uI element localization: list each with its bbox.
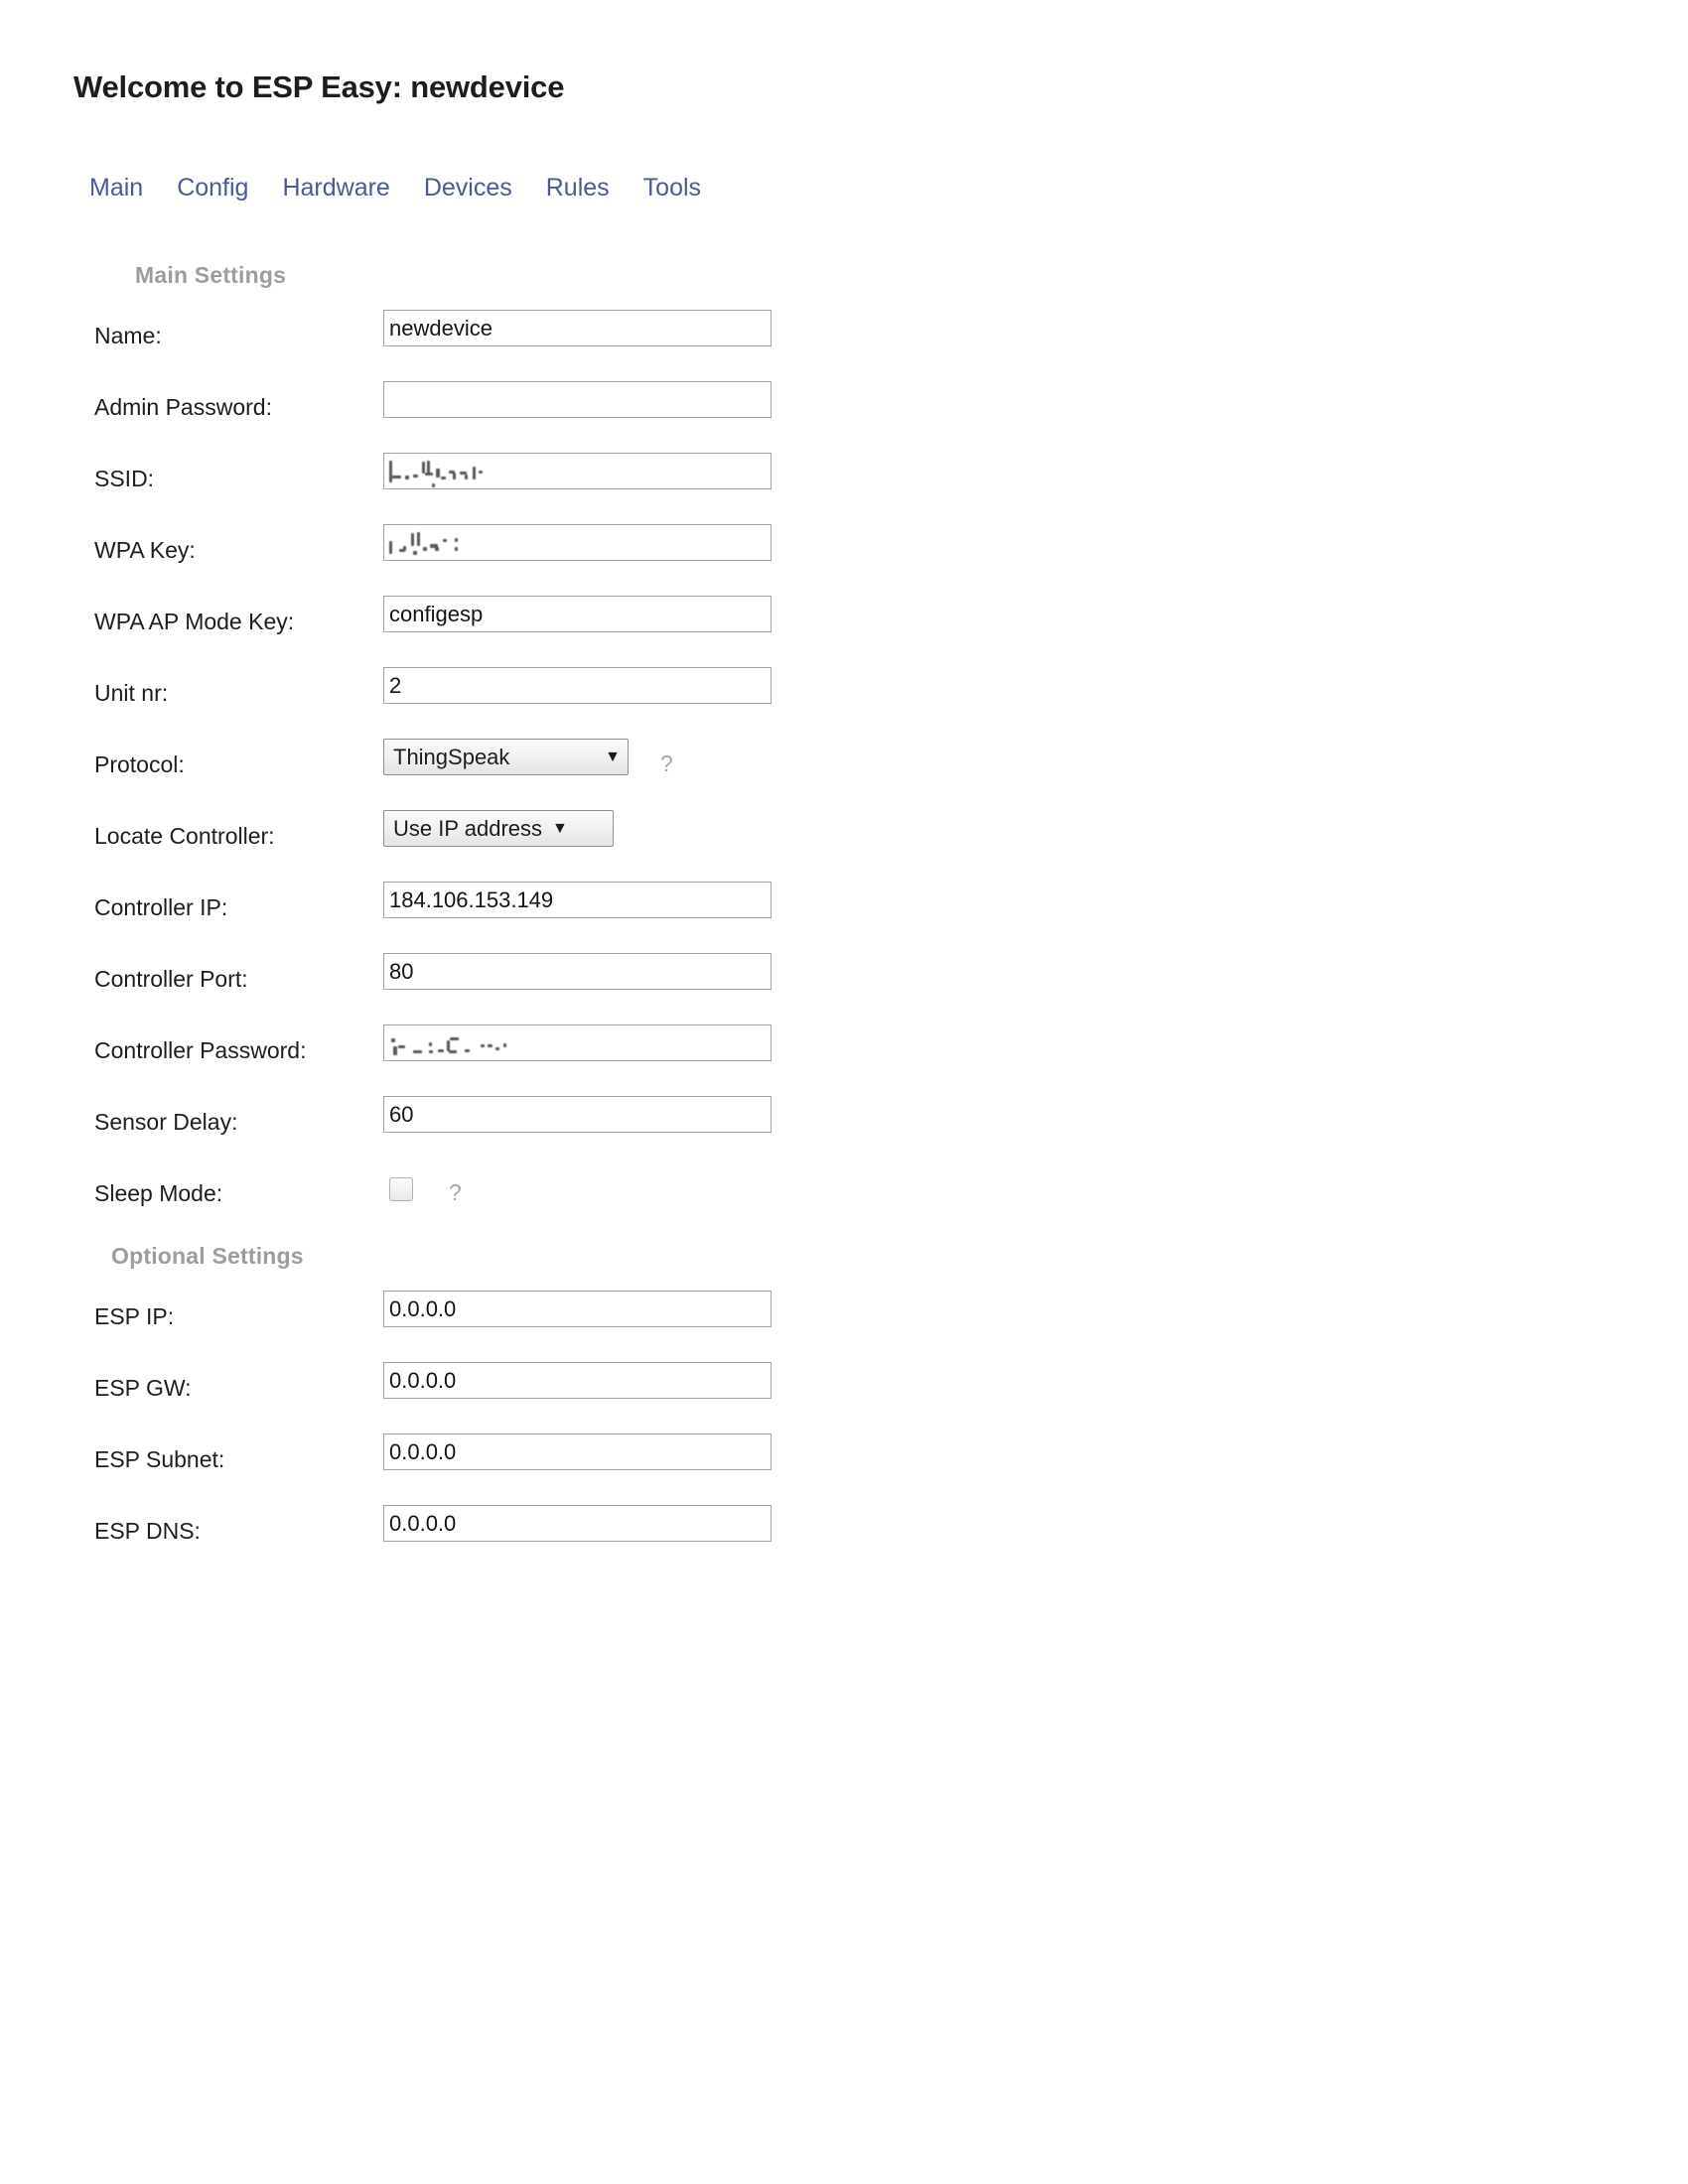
unit-nr-input[interactable] bbox=[383, 667, 772, 704]
label-ssid: SSID: bbox=[94, 466, 155, 491]
field-wrap-esp-ip bbox=[383, 1291, 772, 1327]
form-row-ssid: SSID: bbox=[0, 445, 1688, 516]
settings-form: Main Settings Name: Admin Password: SSID… bbox=[0, 250, 1688, 1569]
field-wrap-sensor-delay bbox=[383, 1096, 772, 1133]
wpa-key-input[interactable] bbox=[383, 524, 772, 561]
field-wrap-esp-dns bbox=[383, 1505, 772, 1542]
form-row-esp-subnet: ESP Subnet: bbox=[0, 1426, 1688, 1497]
label-sensor-delay: Sensor Delay: bbox=[94, 1109, 238, 1135]
sleep-mode-checkbox[interactable] bbox=[389, 1177, 413, 1201]
protocol-help-icon[interactable]: ? bbox=[660, 751, 673, 777]
field-wrap-controller-password bbox=[383, 1024, 1688, 1061]
locate-controller-select-value: Use IP address bbox=[393, 815, 543, 841]
form-row-sleep-mode: Sleep Mode: ? bbox=[0, 1160, 1688, 1231]
locate-controller-select[interactable]: Use IP address ▼ bbox=[383, 810, 614, 847]
form-row-controller-port: Controller Port: bbox=[0, 945, 1688, 1017]
label-name: Name: bbox=[94, 323, 162, 348]
name-input[interactable] bbox=[383, 310, 772, 346]
label-esp-subnet: ESP Subnet: bbox=[94, 1446, 225, 1472]
label-admin-password: Admin Password: bbox=[94, 394, 272, 420]
field-wrap-name bbox=[383, 310, 772, 346]
ssid-input[interactable] bbox=[383, 453, 772, 489]
chevron-down-icon: ▼ bbox=[552, 819, 568, 837]
section-header-main-settings: Main Settings bbox=[0, 250, 1688, 302]
field-wrap-ssid bbox=[383, 453, 1688, 489]
field-wrap-admin-password bbox=[383, 381, 772, 418]
esp-dns-input[interactable] bbox=[383, 1505, 772, 1542]
field-wrap-esp-subnet bbox=[383, 1433, 772, 1470]
form-row-esp-gw: ESP GW: bbox=[0, 1354, 1688, 1426]
form-row-esp-dns: ESP DNS: bbox=[0, 1497, 1688, 1569]
label-unit-nr: Unit nr: bbox=[94, 680, 169, 706]
admin-password-input[interactable] bbox=[383, 381, 772, 418]
form-row-controller-password: Controller Password: bbox=[0, 1017, 1688, 1088]
form-row-wpa-key: WPA Key: bbox=[0, 516, 1688, 588]
form-row-admin-password: Admin Password: bbox=[0, 373, 1688, 445]
section-header-optional-settings: Optional Settings bbox=[0, 1231, 1688, 1283]
field-wrap-unit-nr bbox=[383, 667, 772, 704]
nav-link-tools[interactable]: Tools bbox=[643, 174, 701, 203]
section-header-optional-settings-label: Optional Settings bbox=[111, 1243, 304, 1269]
sensor-delay-input[interactable] bbox=[383, 1096, 772, 1133]
esp-subnet-input[interactable] bbox=[383, 1433, 772, 1470]
nav-link-hardware[interactable]: Hardware bbox=[282, 174, 389, 203]
field-wrap-locate-controller: Use IP address ▼ bbox=[383, 810, 614, 847]
nav-link-devices[interactable]: Devices bbox=[424, 174, 512, 203]
form-row-controller-ip: Controller IP: bbox=[0, 874, 1688, 945]
label-esp-dns: ESP DNS: bbox=[94, 1518, 201, 1544]
form-row-wpa-ap-mode-key: WPA AP Mode Key: bbox=[0, 588, 1688, 659]
field-wrap-wpa-key bbox=[383, 524, 1688, 561]
field-wrap-controller-ip bbox=[383, 882, 772, 918]
field-wrap-esp-gw bbox=[383, 1362, 772, 1399]
label-protocol: Protocol: bbox=[94, 751, 185, 777]
nav-link-rules[interactable]: Rules bbox=[546, 174, 610, 203]
label-controller-password: Controller Password: bbox=[94, 1037, 307, 1063]
chevron-down-icon: ▼ bbox=[605, 748, 621, 765]
form-row-name: Name: bbox=[0, 302, 1688, 373]
controller-password-input[interactable] bbox=[383, 1024, 772, 1061]
form-row-esp-ip: ESP IP: bbox=[0, 1283, 1688, 1354]
nav-link-config[interactable]: Config bbox=[177, 174, 248, 203]
label-sleep-mode: Sleep Mode: bbox=[94, 1180, 223, 1206]
protocol-select-value: ThingSpeak bbox=[393, 744, 510, 769]
esp-ip-input[interactable] bbox=[383, 1291, 772, 1327]
controller-port-input[interactable] bbox=[383, 953, 772, 990]
label-locate-controller: Locate Controller: bbox=[94, 823, 275, 849]
section-header-main-settings-label: Main Settings bbox=[135, 262, 287, 288]
protocol-select[interactable]: ThingSpeak ▼ bbox=[383, 739, 629, 775]
main-navigation: Main Config Hardware Devices Rules Tools bbox=[89, 174, 701, 203]
page-title: Welcome to ESP Easy: newdevice bbox=[73, 69, 565, 104]
label-esp-gw: ESP GW: bbox=[94, 1375, 192, 1401]
controller-ip-input[interactable] bbox=[383, 882, 772, 918]
esp-easy-main-page: Welcome to ESP Easy: newdevice Main Conf… bbox=[0, 0, 1688, 2184]
label-wpa-key: WPA Key: bbox=[94, 537, 196, 563]
label-esp-ip: ESP IP: bbox=[94, 1303, 175, 1329]
field-wrap-wpa-ap-mode-key bbox=[383, 596, 772, 632]
form-row-unit-nr: Unit nr: bbox=[0, 659, 1688, 731]
esp-gw-input[interactable] bbox=[383, 1362, 772, 1399]
label-controller-ip: Controller IP: bbox=[94, 894, 228, 920]
nav-link-main[interactable]: Main bbox=[89, 174, 143, 203]
form-row-sensor-delay: Sensor Delay: bbox=[0, 1088, 1688, 1160]
form-row-protocol: Protocol: ThingSpeak ▼ ? bbox=[0, 731, 1688, 802]
field-wrap-protocol: ThingSpeak ▼ bbox=[383, 739, 629, 775]
wpa-ap-mode-key-input[interactable] bbox=[383, 596, 772, 632]
sleep-mode-help-icon[interactable]: ? bbox=[449, 1179, 462, 1206]
form-row-locate-controller: Locate Controller: Use IP address ▼ bbox=[0, 802, 1688, 874]
label-controller-port: Controller Port: bbox=[94, 966, 248, 992]
field-wrap-controller-port bbox=[383, 953, 772, 990]
label-wpa-ap-mode-key: WPA AP Mode Key: bbox=[94, 609, 295, 634]
